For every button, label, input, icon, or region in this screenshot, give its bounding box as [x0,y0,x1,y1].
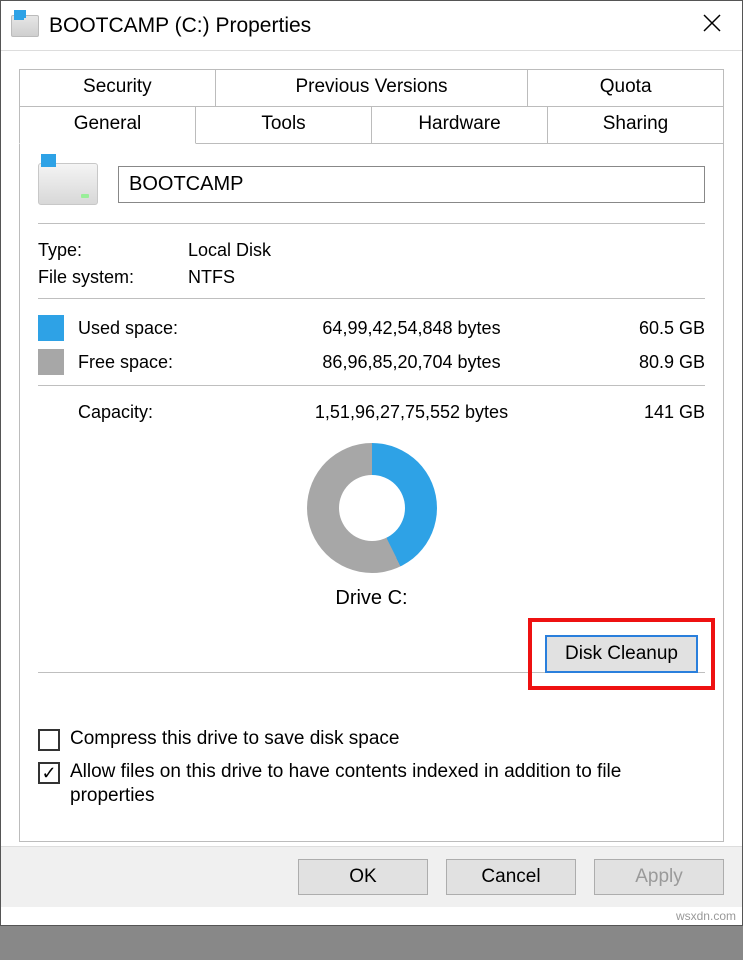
disk-cleanup-button[interactable]: Disk Cleanup [546,636,697,672]
tab-strip: Security Previous Versions Quota General… [19,69,724,842]
drive-large-icon [38,163,98,205]
cancel-button[interactable]: Cancel [446,859,576,895]
divider [38,385,705,386]
compress-checkbox[interactable] [38,729,60,751]
free-size: 80.9 GB [605,352,705,373]
tab-tools[interactable]: Tools [195,106,372,144]
close-button[interactable] [692,6,732,46]
drive-icon [11,15,39,37]
free-swatch [38,349,64,375]
window-title: BOOTCAMP (C:) Properties [49,14,692,38]
used-size: 60.5 GB [605,318,705,339]
capacity-size: 141 GB [605,402,705,423]
capacity-label: Capacity: [38,402,218,423]
free-bytes: 86,96,85,20,704 bytes [218,352,605,373]
drive-label: Drive C: [38,587,705,610]
ok-button[interactable]: OK [298,859,428,895]
close-icon [702,13,722,33]
properties-window: BOOTCAMP (C:) Properties Security Previo… [0,0,743,926]
type-value: Local Disk [188,240,271,261]
capacity-bytes: 1,51,96,27,75,552 bytes [218,402,605,423]
tab-previous-versions[interactable]: Previous Versions [215,69,529,107]
compress-label: Compress this drive to save disk space [70,727,399,752]
tab-security[interactable]: Security [19,69,216,107]
dialog-footer: OK Cancel Apply [1,846,742,907]
usage-donut-chart [307,443,437,573]
disk-cleanup-highlight: Disk Cleanup [528,618,715,690]
filesystem-value: NTFS [188,267,235,288]
used-label: Used space: [78,318,218,339]
titlebar: BOOTCAMP (C:) Properties [1,1,742,51]
tab-sharing[interactable]: Sharing [547,106,724,144]
free-label: Free space: [78,352,218,373]
divider [38,223,705,224]
used-bytes: 64,99,42,54,848 bytes [218,318,605,339]
indexing-label: Allow files on this drive to have conten… [70,760,705,809]
filesystem-label: File system: [38,267,188,288]
tab-panel-general: Type: Local Disk File system: NTFS Used … [19,143,724,842]
type-label: Type: [38,240,188,261]
tab-hardware[interactable]: Hardware [371,106,548,144]
tab-general[interactable]: General [19,106,196,144]
indexing-checkbox[interactable] [38,762,60,784]
volume-name-input[interactable] [118,166,705,203]
divider [38,298,705,299]
attribution-text: wsxdn.com [1,907,742,925]
used-swatch [38,315,64,341]
tab-quota[interactable]: Quota [527,69,724,107]
apply-button[interactable]: Apply [594,859,724,895]
